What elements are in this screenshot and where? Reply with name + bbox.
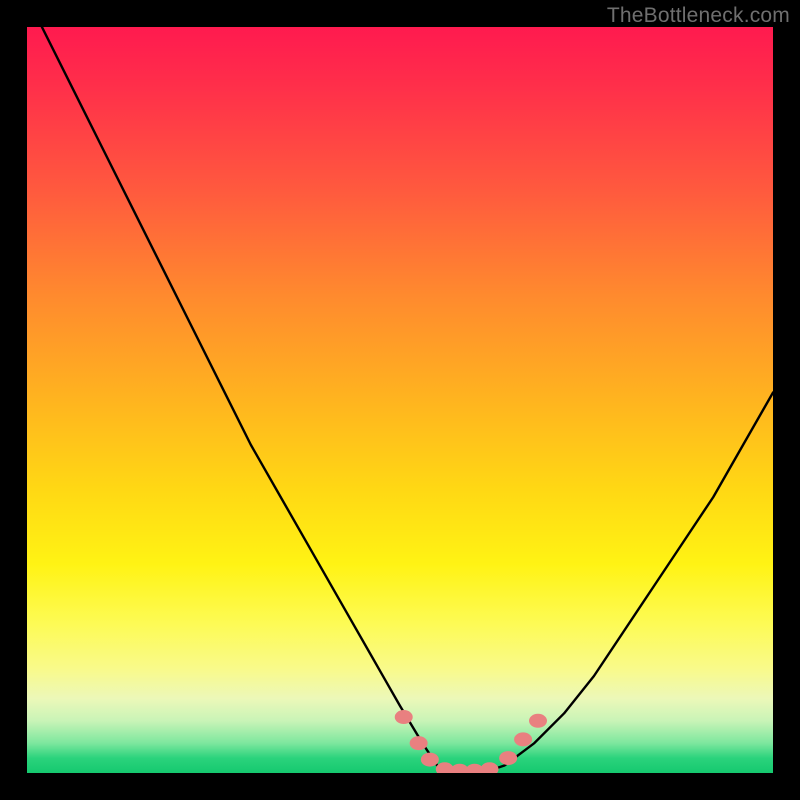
- marker-bottom-4: [481, 762, 499, 773]
- bottleneck-curve: [42, 27, 773, 773]
- chart-frame: TheBottleneck.com: [0, 0, 800, 800]
- marker-left-marker-upper: [395, 710, 413, 724]
- curve-group: [42, 27, 773, 773]
- plot-area: [27, 27, 773, 773]
- markers-group: [395, 710, 547, 773]
- marker-left-marker-low: [421, 753, 439, 767]
- marker-right-marker-mid: [514, 732, 532, 746]
- chart-svg: [27, 27, 773, 773]
- marker-right-marker-upper: [529, 714, 547, 728]
- marker-left-marker-mid: [410, 736, 428, 750]
- watermark-text: TheBottleneck.com: [607, 4, 790, 28]
- marker-right-marker-low: [499, 751, 517, 765]
